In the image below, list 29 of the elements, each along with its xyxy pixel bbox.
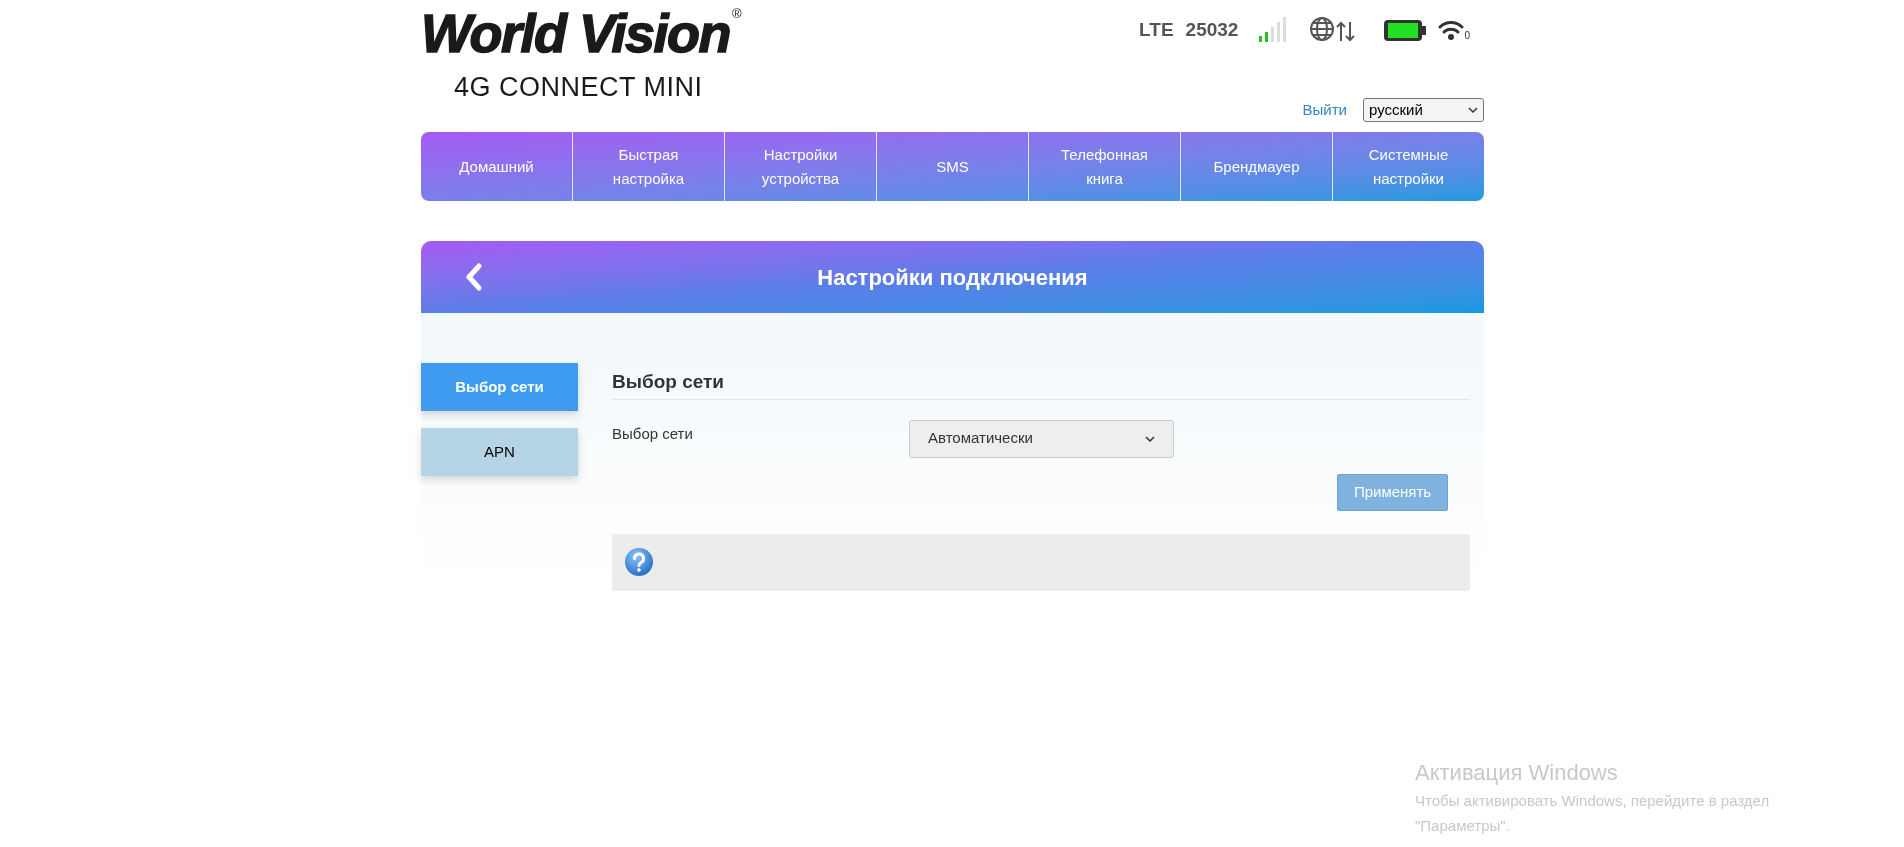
nav-item[interactable]: Быстрая настройка	[572, 132, 724, 201]
nav-item[interactable]: Домашний	[421, 132, 572, 201]
field-label: Выбор сети	[612, 423, 694, 444]
wifi-client-count: 0	[1464, 31, 1470, 42]
logout-link[interactable]: Выйти	[1302, 98, 1347, 122]
back-icon[interactable]	[464, 263, 482, 291]
operator-code: 25032	[1185, 18, 1239, 42]
nav-item[interactable]: Системные настройки	[1332, 132, 1484, 201]
nav-item[interactable]: SMS	[876, 132, 1028, 201]
network-type: LTE	[1139, 18, 1174, 42]
registered-mark: ®	[732, 5, 742, 23]
language-select[interactable]: русский	[1363, 98, 1484, 122]
apply-button[interactable]: Применять	[1337, 473, 1448, 511]
wifi-icon	[1438, 19, 1465, 42]
caret-icon	[1468, 107, 1478, 113]
caret-icon	[1145, 435, 1155, 442]
nav-item[interactable]: Настройки устройства	[724, 132, 876, 201]
side-tab[interactable]: Выбор сети	[421, 363, 578, 411]
network-select[interactable]: Автоматически	[909, 419, 1174, 458]
logo-text: World Vision	[421, 4, 730, 62]
battery-icon	[1384, 18, 1427, 43]
page-title: Настройки подключения	[817, 263, 1088, 292]
model-name: 4G CONNECT MINI	[454, 72, 704, 102]
help-icon[interactable]	[624, 547, 654, 577]
nav-item[interactable]: Телефонная книга	[1028, 132, 1180, 201]
nav-item[interactable]: Брендмауер	[1180, 132, 1332, 201]
signal-icon	[1258, 17, 1287, 44]
section-title: Выбор сети	[612, 368, 1470, 400]
side-tab[interactable]: APN	[421, 428, 578, 476]
